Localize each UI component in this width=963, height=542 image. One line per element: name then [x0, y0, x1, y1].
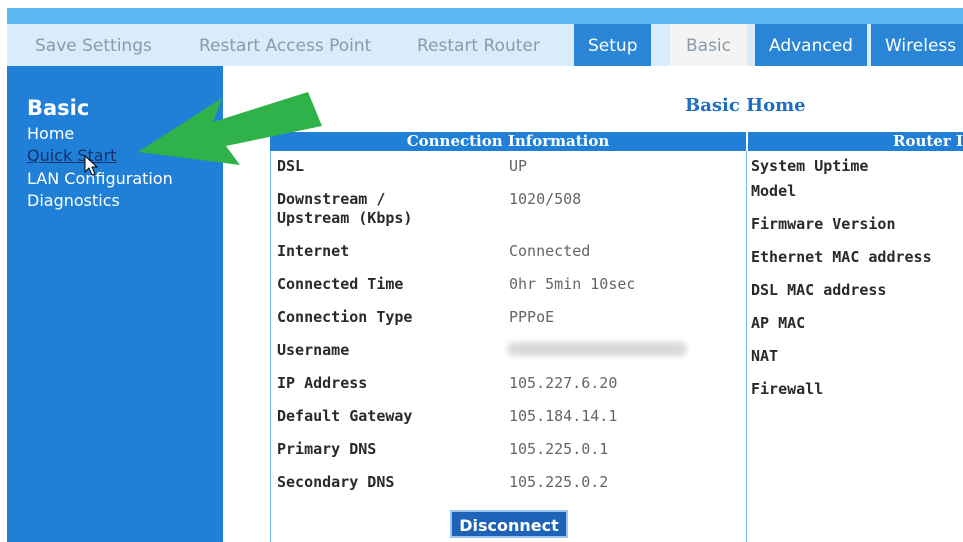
green-arrow-shape — [138, 92, 322, 165]
green-arrow-annotation — [138, 92, 322, 165]
mouse-pointer-icon — [84, 155, 98, 176]
router-admin-page: Save Settings Restart Access Point Resta… — [0, 0, 963, 542]
